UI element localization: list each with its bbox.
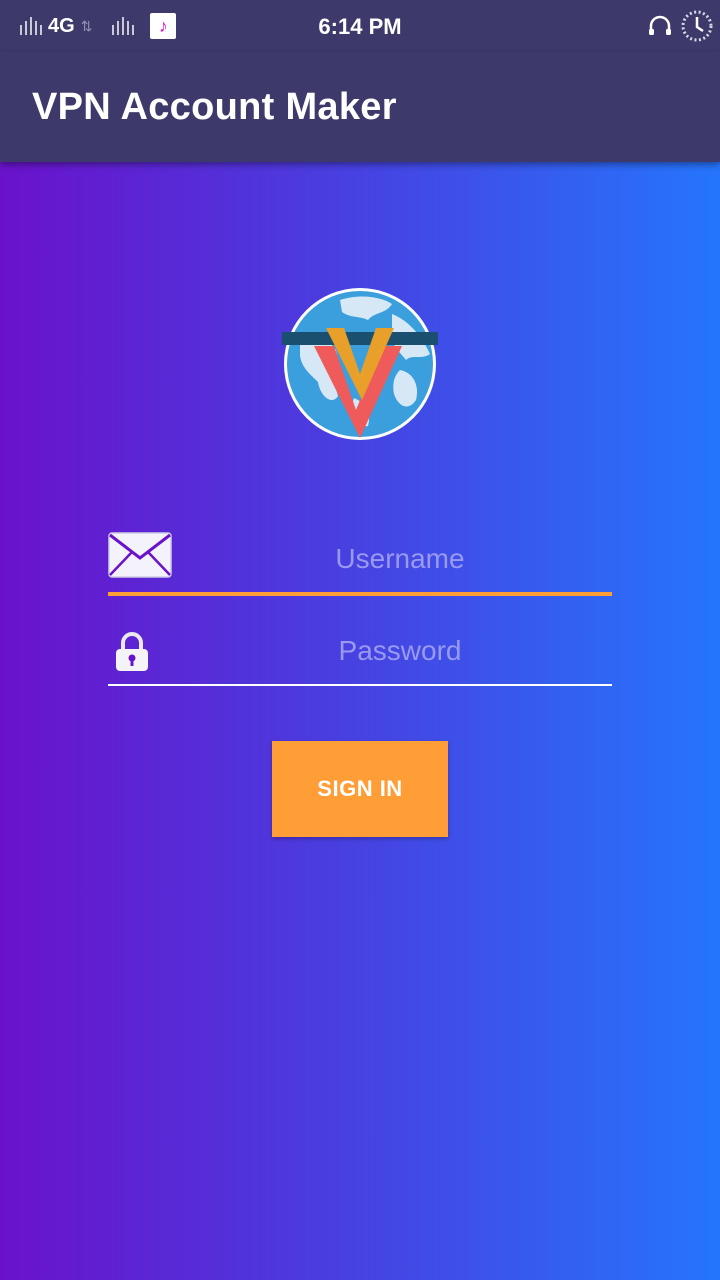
username-input[interactable] (188, 534, 612, 584)
loading-clock-icon (681, 10, 713, 42)
sign-in-button[interactable]: SIGN IN (272, 741, 448, 837)
headset-icon (649, 15, 671, 35)
globe-v-logo: V (282, 288, 438, 440)
username-field (108, 530, 612, 596)
app-title: VPN Account Maker (32, 86, 397, 128)
password-input[interactable] (188, 626, 612, 676)
status-bar: 4G ⇅ ♪ 6:14 PM (0, 0, 720, 52)
envelope-icon (108, 532, 172, 578)
clock: 6:14 PM (318, 14, 402, 39)
lock-icon (116, 632, 148, 671)
status-right (648, 9, 714, 43)
password-field (108, 622, 612, 686)
app-bar: VPN Account Maker (0, 52, 720, 162)
